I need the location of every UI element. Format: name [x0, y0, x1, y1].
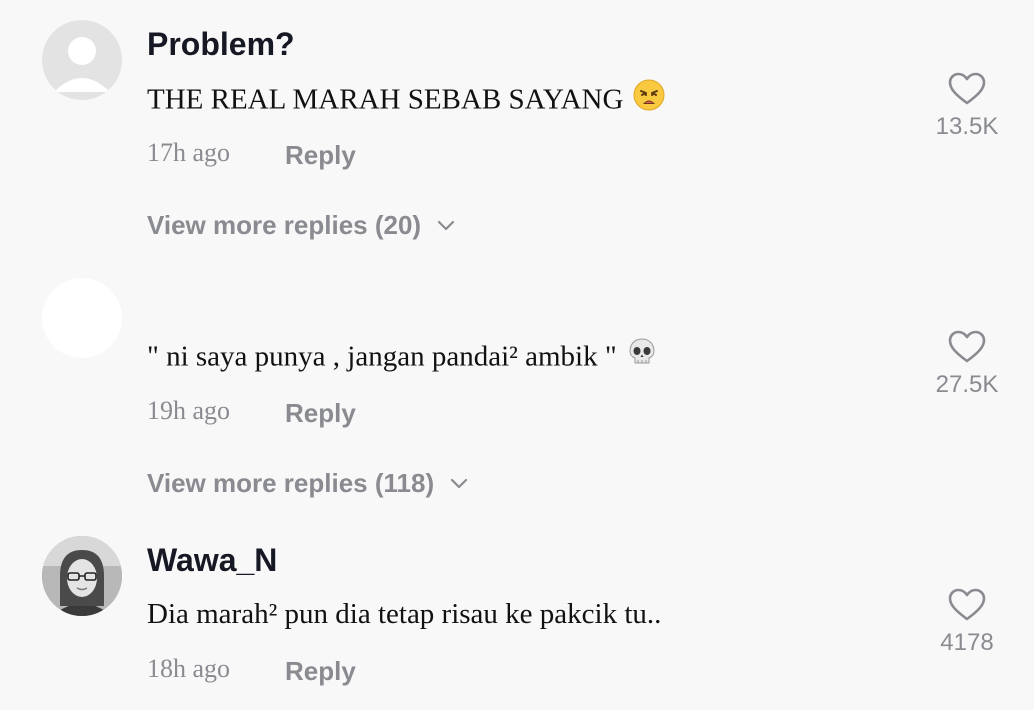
avatar[interactable] — [42, 278, 122, 358]
view-more-replies-label: View more replies (20) — [147, 210, 422, 240]
comment-text: " ni saya punya , jangan pandai² ambik " — [147, 337, 657, 378]
comment-username[interactable]: Wawa_N — [147, 542, 277, 579]
weary-face-emoji-icon — [633, 79, 665, 119]
heart-icon — [948, 330, 986, 369]
comment-text: Dia marah² pun dia tetap risau ke pakcik… — [147, 598, 661, 631]
view-more-replies-label: View more replies (118) — [147, 468, 435, 498]
user-photo-icon — [42, 536, 122, 616]
like-button[interactable]: 4178 — [922, 588, 1012, 657]
comment-timestamp: 19h ago — [147, 396, 231, 425]
like-button[interactable]: 13.5K — [922, 72, 1012, 141]
comment-text-content: Dia marah² pun dia tetap risau ke pakcik… — [147, 598, 662, 630]
like-button[interactable]: 27.5K — [922, 330, 1012, 399]
avatar[interactable] — [42, 20, 122, 100]
reply-button[interactable]: Reply — [285, 656, 356, 687]
comment-text: THE REAL MARAH SEBAB SAYANG — [147, 79, 665, 122]
comment-timestamp: 18h ago — [147, 654, 231, 683]
like-count: 13.5K — [935, 113, 999, 140]
comment-timestamp: 17h ago — [147, 138, 231, 167]
default-avatar-icon — [54, 37, 110, 92]
skull-emoji-icon — [627, 337, 657, 375]
comment-text-content: THE REAL MARAH SEBAB SAYANG — [147, 83, 624, 116]
reply-button[interactable]: Reply — [285, 140, 356, 171]
comment-text-content: " ni saya punya , jangan pandai² ambik " — [147, 340, 617, 373]
heart-icon — [948, 72, 986, 111]
view-more-replies-button[interactable]: View more replies (20) — [147, 210, 455, 241]
avatar[interactable] — [42, 536, 122, 616]
like-count: 4178 — [940, 629, 994, 656]
chevron-down-icon — [437, 220, 455, 232]
view-more-replies-button[interactable]: View more replies (118) — [147, 468, 468, 499]
chevron-down-icon — [450, 478, 468, 490]
reply-button[interactable]: Reply — [285, 398, 356, 429]
heart-icon — [948, 588, 986, 627]
comment-username[interactable]: Problem? — [147, 26, 295, 63]
like-count: 27.5K — [935, 371, 999, 398]
